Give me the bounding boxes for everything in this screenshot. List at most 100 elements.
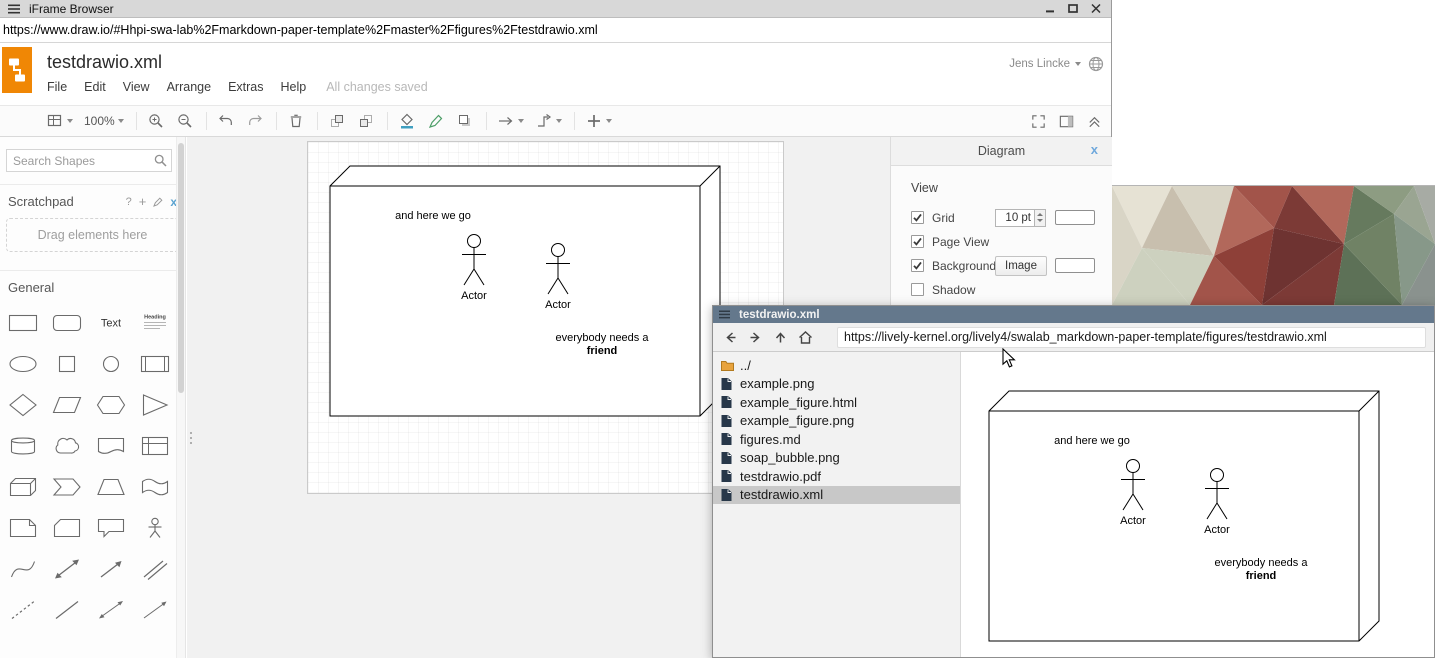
fill-color-button[interactable] <box>398 112 416 130</box>
svg-text:friend: friend <box>1246 570 1277 582</box>
shape-text[interactable]: Text <box>89 302 133 343</box>
background-image-button[interactable]: Image <box>995 256 1047 276</box>
to-back-button[interactable] <box>357 112 375 130</box>
shape-actor[interactable] <box>133 507 177 548</box>
grid-size-input[interactable]: 10 pt <box>995 209 1035 227</box>
file-row-example-png[interactable]: example.png <box>713 375 960 394</box>
general-header[interactable]: General <box>0 271 185 302</box>
line-color-button[interactable] <box>427 112 445 130</box>
menu-arrange[interactable]: Arrange <box>167 80 211 94</box>
shape-diamond[interactable] <box>1 384 45 425</box>
shape-cylinder[interactable] <box>1 425 45 466</box>
zoom-in-button[interactable] <box>147 112 165 130</box>
shadow-checkbox[interactable] <box>911 283 924 296</box>
shape-line[interactable] <box>45 589 89 630</box>
shape-step[interactable] <box>45 466 89 507</box>
add-icon[interactable]: + <box>139 194 147 209</box>
file-row-item[interactable]: ../ <box>713 356 960 375</box>
menu-edit[interactable]: Edit <box>84 80 106 94</box>
shape-rectangle[interactable] <box>1 302 45 343</box>
page-view-button[interactable] <box>46 112 73 130</box>
address-bar[interactable]: https://www.draw.io/#Hhpi-swa-lab%2Fmark… <box>0 18 1111 43</box>
background-checkbox[interactable] <box>911 259 924 272</box>
forward-button[interactable] <box>746 329 764 345</box>
file-row-testdrawio-xml[interactable]: testdrawio.xml <box>713 486 960 505</box>
menu-file[interactable]: File <box>47 80 67 94</box>
shape-internal-storage[interactable] <box>133 425 177 466</box>
hamburger-menu-icon[interactable] <box>8 4 20 14</box>
shape-ellipse[interactable] <box>1 343 45 384</box>
menu-view[interactable]: View <box>123 80 150 94</box>
grid-checkbox[interactable] <box>911 211 924 224</box>
shape-textbox[interactable]: Heading <box>133 302 177 343</box>
scratchpad-drop-area[interactable]: Drag elements here <box>6 218 179 252</box>
shape-parallelogram[interactable] <box>45 384 89 425</box>
waypoints-button[interactable] <box>535 112 562 130</box>
grid-spinner[interactable] <box>1035 209 1046 227</box>
shape-curve[interactable] <box>1 548 45 589</box>
fullscreen-button[interactable] <box>1030 113 1047 130</box>
shape-bidirectional-connector[interactable] <box>89 589 133 630</box>
hamburger-menu-icon[interactable] <box>719 310 730 319</box>
up-button[interactable] <box>771 329 789 345</box>
tab-diagram[interactable]: Diagram x <box>891 137 1112 166</box>
shape-card[interactable] <box>45 507 89 548</box>
minimize-button[interactable] <box>1045 4 1055 13</box>
delete-button[interactable] <box>287 112 305 130</box>
shape-arrow[interactable] <box>89 548 133 589</box>
shape-rounded-rectangle[interactable] <box>45 302 89 343</box>
search-icon[interactable] <box>154 154 167 167</box>
shape-dashed-line[interactable] <box>1 589 45 630</box>
sidebar-scrollbar[interactable] <box>176 137 185 658</box>
background-color-swatch[interactable] <box>1055 258 1095 273</box>
file-icon <box>721 452 736 464</box>
user-menu[interactable]: Jens Lincke <box>1009 58 1081 70</box>
help-icon[interactable]: ? <box>126 196 132 208</box>
zoom-out-button[interactable] <box>176 112 194 130</box>
shape-circle[interactable] <box>89 343 133 384</box>
file-row-example-figure-html[interactable]: example_figure.html <box>713 393 960 412</box>
sidebar-splitter-grip[interactable] <box>188 425 193 451</box>
redo-button[interactable] <box>246 112 264 130</box>
menu-extras[interactable]: Extras <box>228 80 263 94</box>
grid-color-swatch[interactable] <box>1055 210 1095 225</box>
search-input[interactable] <box>6 149 172 172</box>
close-button[interactable] <box>1091 4 1101 13</box>
file-url-bar[interactable]: https://lively-kernel.org/lively4/swalab… <box>837 327 1426 348</box>
maximize-button[interactable] <box>1068 4 1078 13</box>
page-view-checkbox[interactable] <box>911 235 924 248</box>
shape-callout[interactable] <box>89 507 133 548</box>
zoom-select[interactable]: 100% <box>84 114 124 128</box>
insert-button[interactable] <box>585 112 612 130</box>
back-button[interactable] <box>721 329 739 345</box>
file-row-figures-md[interactable]: figures.md <box>713 430 960 449</box>
shape-document[interactable] <box>89 425 133 466</box>
undo-button[interactable] <box>217 112 235 130</box>
shape-process[interactable] <box>133 343 177 384</box>
shape-cloud[interactable] <box>45 425 89 466</box>
shape-hexagon[interactable] <box>89 384 133 425</box>
shape-note[interactable] <box>1 507 45 548</box>
shape-triangle[interactable] <box>133 384 177 425</box>
file-row-soap-bubble-png[interactable]: soap_bubble.png <box>713 449 960 468</box>
home-button[interactable] <box>796 329 814 345</box>
shape-directional-connector[interactable] <box>133 589 177 630</box>
pencil-icon[interactable] <box>153 197 163 207</box>
to-front-button[interactable] <box>328 112 346 130</box>
close-panel-icon[interactable]: x <box>1091 142 1098 157</box>
file-row-example-figure-png[interactable]: example_figure.png <box>713 412 960 431</box>
shadow-button[interactable] <box>456 112 474 130</box>
language-globe-icon[interactable] <box>1088 56 1104 72</box>
shape-cube[interactable] <box>1 466 45 507</box>
collapse-button[interactable] <box>1086 113 1103 130</box>
shape-square[interactable] <box>45 343 89 384</box>
connection-button[interactable] <box>497 112 524 130</box>
shape-trapezoid[interactable] <box>89 466 133 507</box>
format-panel-button[interactable] <box>1058 113 1075 130</box>
file-row-testdrawio-pdf[interactable]: testdrawio.pdf <box>713 467 960 486</box>
scrollbar-thumb[interactable] <box>178 143 184 393</box>
shape-tape[interactable] <box>133 466 177 507</box>
menu-help[interactable]: Help <box>281 80 307 94</box>
shape-bidirectional-arrow[interactable] <box>45 548 89 589</box>
shape-link[interactable] <box>133 548 177 589</box>
